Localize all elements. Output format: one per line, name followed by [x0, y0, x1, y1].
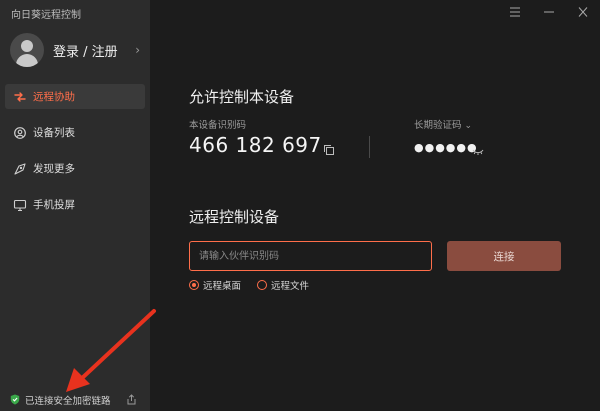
- device-id-label: 本设备识别码: [189, 120, 247, 131]
- sidebar-item-remote-assist[interactable]: 远程协助: [5, 84, 145, 109]
- password-value: ●●●●●●: [414, 141, 478, 154]
- minimize-icon[interactable]: [532, 0, 566, 24]
- partner-id-input[interactable]: [189, 241, 432, 271]
- sidebar-item-label: 手机投屏: [33, 199, 75, 211]
- app-title: 向日葵远程控制: [11, 10, 81, 21]
- remote-desktop-radio[interactable]: 远程桌面: [189, 278, 241, 292]
- remote-file-radio[interactable]: 远程文件: [257, 278, 309, 292]
- close-icon[interactable]: [566, 0, 600, 24]
- device-id-value: 466 182 697: [189, 133, 322, 157]
- sidebar: 向日葵远程控制 登录 / 注册 › 远程协助 设备列表 发现更多 手机投屏 已连…: [0, 0, 150, 411]
- window-controls: [498, 0, 600, 24]
- sidebar-item-discover[interactable]: 发现更多: [5, 156, 145, 181]
- remote-assist-icon: [13, 90, 27, 104]
- discover-icon: [13, 162, 27, 176]
- radio-label: 远程文件: [271, 281, 310, 292]
- copy-icon[interactable]: [323, 141, 335, 155]
- chevron-right-icon: ›: [135, 43, 140, 57]
- radio-checked-icon: [189, 280, 199, 290]
- connection-status: 已连接安全加密链路: [10, 390, 111, 409]
- allow-control-title: 允许控制本设备: [189, 88, 295, 106]
- sidebar-nav: 远程协助 设备列表 发现更多 手机投屏: [5, 84, 145, 228]
- device-list-icon: [13, 126, 27, 140]
- screen-cast-icon: [13, 198, 27, 212]
- password-label: 长期验证码: [414, 120, 462, 131]
- radio-label: 远程桌面: [203, 281, 242, 292]
- divider: [369, 136, 370, 158]
- password-type-dropdown[interactable]: 长期验证码 ⌄: [414, 117, 472, 131]
- sidebar-item-device-list[interactable]: 设备列表: [5, 120, 145, 145]
- connect-button[interactable]: 连接: [447, 241, 561, 271]
- login-register-button[interactable]: 登录 / 注册 ›: [10, 32, 144, 68]
- radio-unchecked-icon: [257, 280, 267, 290]
- shield-check-icon: [10, 390, 20, 409]
- status-label: 已连接安全加密链路: [25, 395, 111, 407]
- sidebar-item-screen-cast[interactable]: 手机投屏: [5, 192, 145, 217]
- remote-control-title: 远程控制设备: [189, 208, 280, 226]
- eye-closed-icon[interactable]: [472, 142, 484, 155]
- sidebar-item-label: 设备列表: [33, 127, 75, 139]
- chevron-down-icon: ⌄: [464, 121, 473, 131]
- sidebar-item-label: 远程协助: [33, 91, 75, 103]
- login-register-label: 登录 / 注册: [53, 44, 118, 60]
- menu-icon[interactable]: [498, 0, 532, 24]
- avatar: [10, 33, 44, 67]
- sidebar-item-label: 发现更多: [33, 163, 75, 175]
- share-icon[interactable]: [126, 390, 137, 405]
